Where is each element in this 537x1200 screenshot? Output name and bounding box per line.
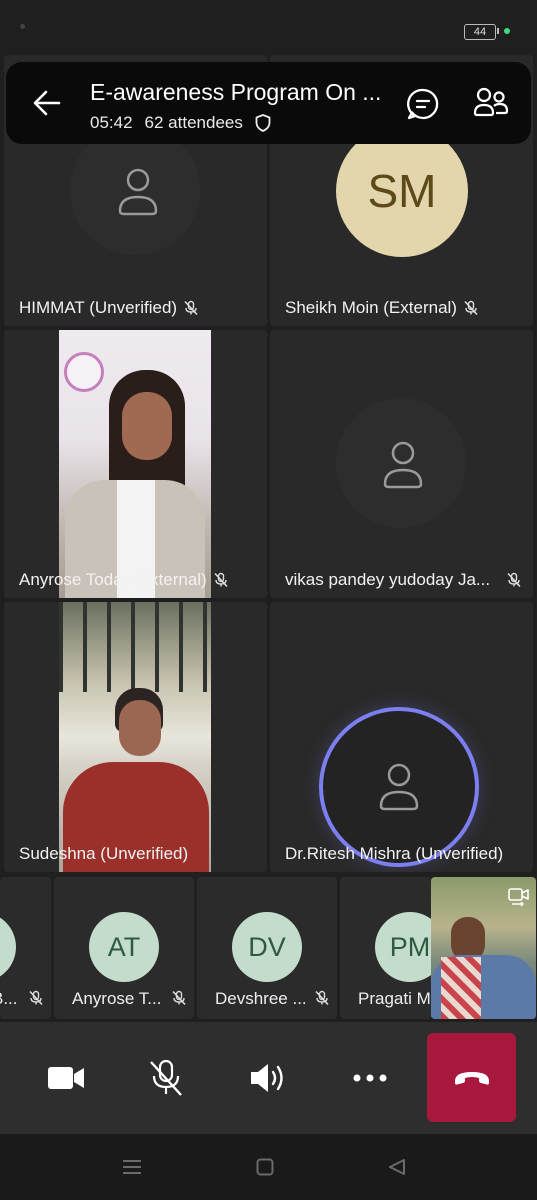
- participant-tile[interactable]: vikas pandey yudoday Ja...: [270, 330, 533, 598]
- system-navigation-bar: [0, 1134, 537, 1200]
- more-icon: [353, 1074, 387, 1082]
- self-video-preview[interactable]: [431, 877, 536, 1019]
- mic-off-icon: [184, 300, 198, 316]
- participant-name-text: Pragati M...: [358, 989, 432, 1008]
- mic-off-icon: [150, 1059, 182, 1096]
- back-arrow-icon[interactable]: [32, 88, 62, 118]
- call-controls: [0, 1022, 537, 1134]
- avatar: [0, 912, 16, 982]
- person-face: [122, 392, 172, 460]
- mic-off-icon: [507, 572, 521, 588]
- window-bars: [59, 602, 211, 692]
- end-call-button[interactable]: [427, 1033, 516, 1122]
- person-scarf: [441, 957, 481, 1019]
- mic-off-icon: [172, 990, 186, 1006]
- participant-name: Anyrose Todar (External): [19, 570, 229, 590]
- participant-tile-active-speaker[interactable]: Dr.Ritesh Mishra (Unverified): [270, 602, 533, 872]
- participant-video: [59, 602, 211, 872]
- recents-icon[interactable]: [122, 1159, 142, 1175]
- participant-name-text: Devshree ...: [215, 989, 307, 1008]
- mic-off-icon: [214, 572, 228, 588]
- participant-strip-tile[interactable]: AT Anyrose T...: [54, 877, 194, 1019]
- shield-icon: [255, 114, 271, 132]
- participant-name-text: B...: [0, 989, 18, 1008]
- meeting-duration: 05:42: [90, 113, 133, 132]
- attendee-count: 62 attendees: [144, 113, 243, 132]
- battery-indicator: 44: [464, 24, 496, 40]
- person-icon: [383, 441, 423, 489]
- participant-name: vikas pandey yudoday Ja...: [285, 570, 522, 590]
- participant-name-text: HIMMAT (Unverified): [19, 298, 178, 317]
- participant-name-text: Sudeshna (Unverified): [19, 844, 189, 863]
- meeting-info: 05:42 62 attendees: [90, 113, 271, 133]
- avatar: DV: [232, 912, 302, 982]
- person-icon: [379, 763, 419, 811]
- home-icon[interactable]: [256, 1158, 274, 1176]
- participant-tile[interactable]: Sudeshna (Unverified): [4, 602, 267, 872]
- avatar: PM: [375, 912, 432, 982]
- participant-name-text: Sheikh Moin (External): [285, 298, 457, 317]
- participant-name: Sheikh Moin (External): [285, 298, 479, 318]
- status-bar: 44: [0, 0, 537, 60]
- chat-icon[interactable]: [406, 87, 440, 121]
- participant-strip-tile[interactable]: DV Devshree ...: [197, 877, 337, 1019]
- person-icon: [118, 168, 158, 216]
- switch-camera-icon[interactable]: [507, 885, 531, 907]
- participant-name-text: Anyrose Todar (External): [19, 570, 207, 589]
- participant-name: HIMMAT (Unverified): [19, 298, 199, 318]
- meeting-title[interactable]: E-awareness Program On ...: [90, 79, 381, 106]
- mic-off-icon: [464, 300, 478, 316]
- participant-strip-tile[interactable]: PM Pragati M...: [340, 877, 432, 1019]
- avatar: AT: [89, 912, 159, 982]
- back-icon[interactable]: [388, 1158, 406, 1176]
- participant-tile[interactable]: Anyrose Todar (External): [4, 330, 267, 598]
- participants-icon[interactable]: [473, 87, 509, 121]
- participant-name-text: Anyrose T...: [72, 989, 162, 1008]
- participant-strip: B... AT Anyrose T... DV Devshree ... PM …: [0, 877, 537, 1019]
- camera-button[interactable]: [28, 1022, 104, 1134]
- participant-name: Dr.Ritesh Mishra (Unverified): [285, 844, 503, 864]
- participant-video: [59, 330, 211, 598]
- avatar: SM: [336, 125, 468, 257]
- participant-name-text: Dr.Ritesh Mishra (Unverified): [285, 844, 504, 863]
- more-options-button[interactable]: [332, 1022, 408, 1134]
- speaker-icon: [251, 1064, 283, 1092]
- participant-strip-tile[interactable]: B...: [0, 877, 51, 1019]
- privacy-indicator-dot: [504, 28, 510, 34]
- meeting-header: E-awareness Program On ... 05:42 62 atte…: [6, 62, 531, 144]
- person-face: [119, 700, 161, 756]
- speaker-button[interactable]: [230, 1022, 306, 1134]
- mute-button[interactable]: [128, 1022, 204, 1134]
- hang-up-icon: [454, 1071, 489, 1085]
- battery-nub: [497, 28, 499, 34]
- video-camera-icon: [48, 1067, 84, 1089]
- participant-name: Sudeshna (Unverified): [19, 844, 188, 864]
- participant-name-text: vikas pandey yudoday Ja...: [285, 570, 491, 589]
- mic-off-icon: [29, 990, 43, 1006]
- clock-poster: [64, 352, 104, 392]
- mic-off-icon: [315, 990, 329, 1006]
- camera-dot: [20, 24, 25, 29]
